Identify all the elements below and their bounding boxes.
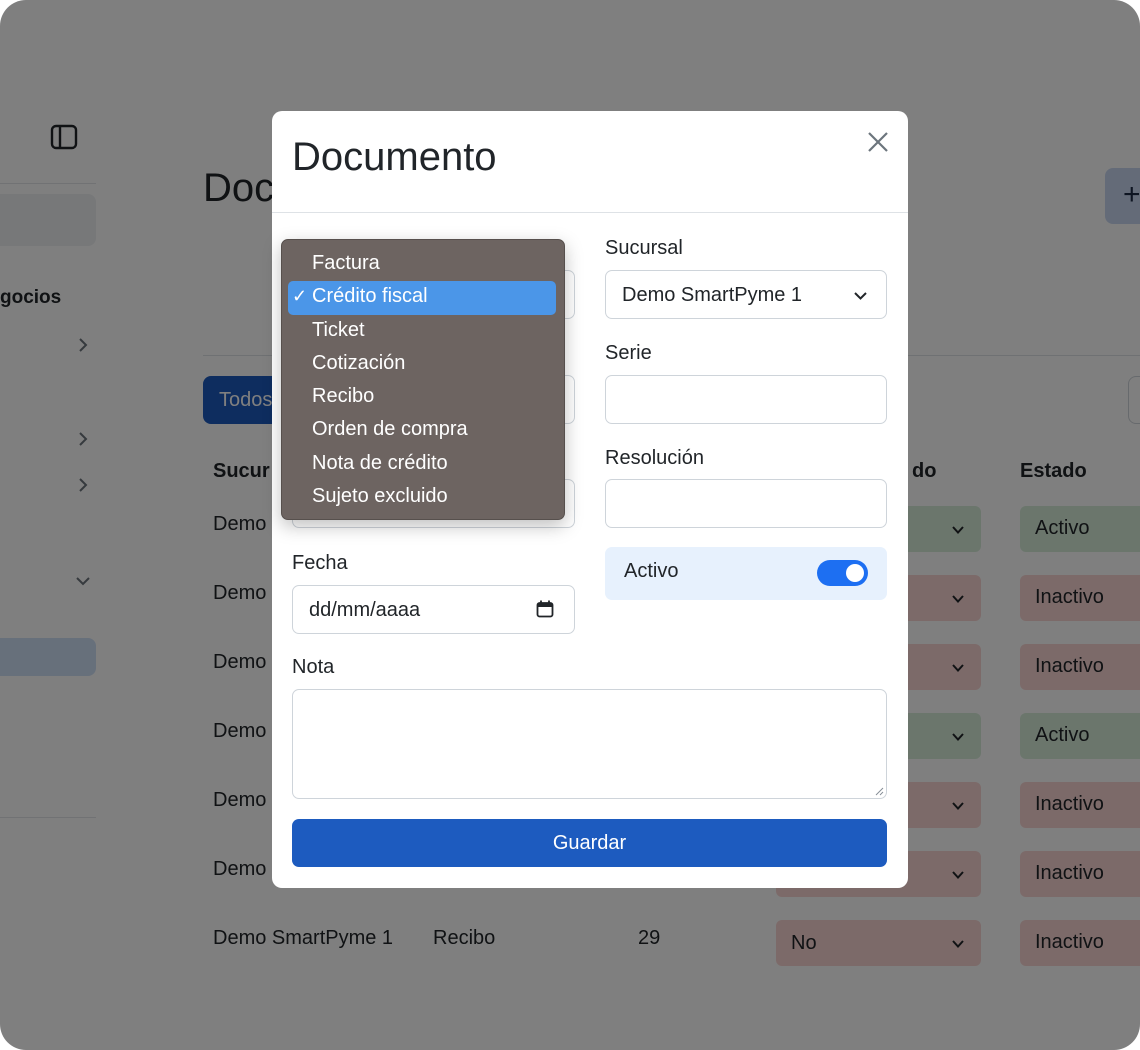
chevron-down-icon bbox=[854, 292, 867, 300]
dropdown-option-label: Crédito fiscal bbox=[312, 285, 428, 308]
fecha-placeholder: dd/mm/aaaa bbox=[309, 599, 421, 621]
dropdown-option-label: Sujeto excluido bbox=[312, 485, 448, 508]
dropdown-option[interactable]: Cotización bbox=[288, 348, 556, 381]
dropdown-option[interactable]: Nota de crédito bbox=[288, 448, 556, 481]
dropdown-option[interactable]: Factura bbox=[288, 248, 556, 281]
serie-label: Serie bbox=[605, 342, 652, 364]
sucursal-select[interactable]: Demo SmartPyme 1 bbox=[605, 270, 887, 319]
fecha-label: Fecha bbox=[292, 552, 348, 574]
activo-toggle[interactable] bbox=[817, 560, 868, 586]
serie-input[interactable] bbox=[605, 375, 887, 424]
sucursal-value: Demo SmartPyme 1 bbox=[622, 284, 803, 306]
toggle-knob bbox=[846, 564, 864, 582]
dropdown-option[interactable]: ✓ Crédito fiscal bbox=[288, 281, 556, 315]
calendar-icon[interactable] bbox=[536, 600, 554, 618]
save-button[interactable]: Guardar bbox=[292, 819, 887, 867]
sucursal-label: Sucursal bbox=[605, 237, 683, 259]
checkmark-icon: ✓ bbox=[292, 286, 308, 307]
close-icon[interactable] bbox=[864, 128, 892, 156]
resolucion-input[interactable] bbox=[605, 479, 887, 528]
activo-switch-group: Activo bbox=[605, 547, 887, 600]
nota-textarea[interactable] bbox=[292, 689, 887, 799]
dropdown-option-label: Ticket bbox=[312, 318, 365, 341]
resize-grip-icon[interactable] bbox=[874, 786, 884, 796]
dropdown-option-label: Orden de compra bbox=[312, 418, 468, 441]
dropdown-option[interactable]: Recibo bbox=[288, 381, 556, 414]
fecha-input[interactable]: dd/mm/aaaa bbox=[292, 585, 575, 634]
resolucion-label: Resolución bbox=[605, 447, 704, 469]
dropdown-option-label: Nota de crédito bbox=[312, 451, 448, 474]
dropdown-option[interactable]: Orden de compra bbox=[288, 414, 556, 447]
dropdown-option[interactable]: Sujeto excluido bbox=[288, 481, 556, 514]
dropdown-option[interactable]: Ticket bbox=[288, 315, 556, 348]
activo-label: Activo bbox=[624, 560, 679, 582]
dropdown-option-label: Cotización bbox=[312, 351, 406, 374]
nota-label: Nota bbox=[292, 656, 335, 678]
tipo-dropdown-list: Factura ✓ Crédito fiscal Ticket Cotización Re… bbox=[281, 239, 565, 520]
dropdown-option-label: Recibo bbox=[312, 385, 375, 408]
app-window: gocios Doc + Todos Sucur do Estado DemoA… bbox=[0, 0, 1140, 1050]
dropdown-option-label: Factura bbox=[312, 252, 380, 274]
modal-title: Documento bbox=[292, 135, 497, 179]
modal-header: Documento bbox=[272, 111, 908, 213]
